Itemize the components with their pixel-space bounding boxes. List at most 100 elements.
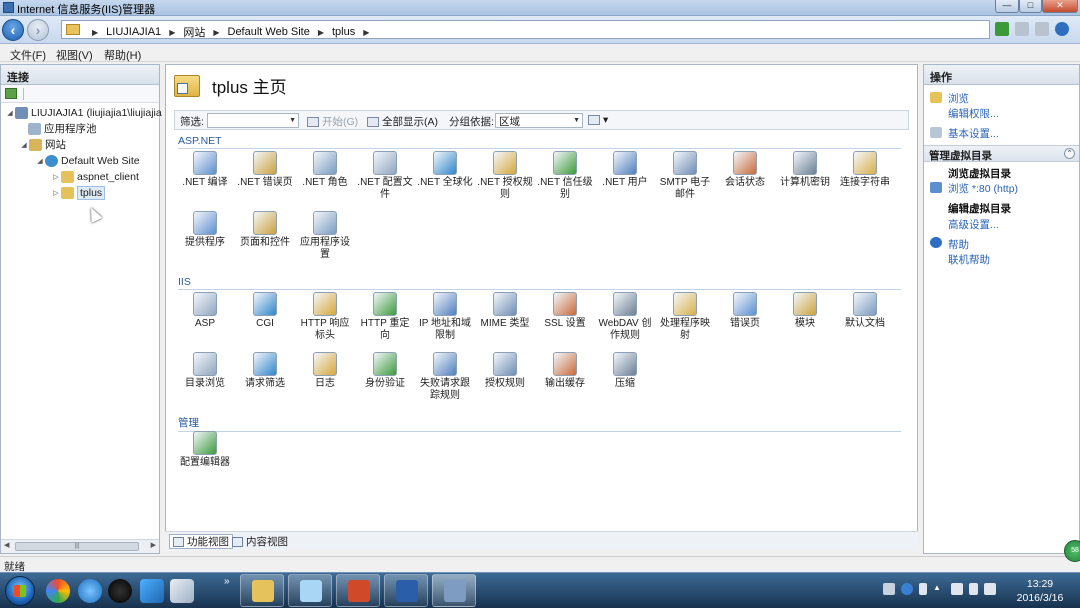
taskbar-word-button[interactable] <box>384 574 428 607</box>
start-filter-button[interactable]: 开始(G) <box>307 114 358 129</box>
stop-icon[interactable] <box>1015 22 1029 36</box>
feature-item[interactable]: ASP <box>176 292 234 330</box>
feature-item[interactable]: SSL 设置 <box>536 292 594 330</box>
home-icon[interactable] <box>1035 22 1049 36</box>
tree-node-sites[interactable]: ◢ 网站 <box>19 137 66 152</box>
pen-icon[interactable] <box>919 583 927 595</box>
feature-item[interactable]: 授权规则 <box>476 352 534 390</box>
help-link[interactable]: 帮助 <box>948 237 969 252</box>
tree-node-default-web-site[interactable]: ◢ Default Web Site <box>35 153 140 168</box>
feature-item[interactable]: CGI <box>236 292 294 330</box>
menu-file[interactable]: 文件(F) <box>10 47 46 63</box>
taskbar-notepad-button[interactable] <box>288 574 332 607</box>
feature-item[interactable]: WebDAV 创作规则 <box>596 292 654 342</box>
scroll-right-icon[interactable]: ▶ <box>151 541 156 549</box>
keyboard-icon[interactable] <box>883 583 895 595</box>
feature-item[interactable]: 目录浏览 <box>176 352 234 390</box>
feature-item[interactable]: 输出缓存 <box>536 352 594 390</box>
group-header[interactable]: ASP.NET <box>178 135 901 149</box>
feature-item[interactable]: .NET 配置文件 <box>356 151 414 201</box>
messenger-icon[interactable] <box>140 579 164 603</box>
chrome-icon[interactable] <box>46 579 70 603</box>
feature-item[interactable]: 请求筛选 <box>236 352 294 390</box>
feature-item[interactable]: MIME 类型 <box>476 292 534 330</box>
tab-content-view[interactable]: 内容视图 <box>229 534 291 549</box>
feature-item[interactable]: 模块 <box>776 292 834 330</box>
feature-item[interactable]: 提供程序 <box>176 211 234 249</box>
online-help-link[interactable]: 联机帮助 <box>948 252 990 267</box>
tab-features-view[interactable]: 功能视图 <box>169 534 233 549</box>
feature-item[interactable]: 会话状态 <box>716 151 774 189</box>
more-apps-icon[interactable]: » <box>224 576 230 587</box>
feature-item[interactable]: 默认文档 <box>836 292 894 330</box>
tree-node-tplus[interactable]: ▷ tplus <box>51 185 106 200</box>
advanced-settings-link[interactable]: 高级设置... <box>948 217 999 232</box>
breadcrumb-item-server[interactable]: LIUJIAJIA1 <box>106 26 161 38</box>
breadcrumb-item-default-site[interactable]: Default Web Site <box>228 26 310 38</box>
feature-item[interactable]: 计算机密钥 <box>776 151 834 189</box>
breadcrumb-item-tplus[interactable]: tplus <box>332 26 355 38</box>
menu-help[interactable]: 帮助(H) <box>104 47 141 63</box>
feature-item[interactable]: .NET 用户 <box>596 151 654 189</box>
taskbar-iis-button[interactable] <box>432 574 476 607</box>
close-button[interactable]: ✕ <box>1042 0 1078 13</box>
maximize-button[interactable]: □ <box>1019 0 1042 13</box>
view-mode-button[interactable]: ▾ <box>588 114 608 126</box>
minimize-button[interactable]: — <box>995 0 1019 13</box>
feature-item[interactable]: HTTP 响应标头 <box>296 292 354 342</box>
feature-item[interactable]: 应用程序设置 <box>296 211 354 261</box>
volume-icon[interactable] <box>951 583 963 595</box>
feature-item[interactable]: .NET 角色 <box>296 151 354 189</box>
feature-item[interactable]: 错误页 <box>716 292 774 330</box>
feature-item[interactable]: 失败请求跟踪规则 <box>416 352 474 402</box>
start-button[interactable] <box>5 576 35 606</box>
feature-item[interactable]: 连接字符串 <box>836 151 894 189</box>
basic-settings-link[interactable]: 基本设置... <box>948 126 999 141</box>
feature-item[interactable]: .NET 授权规则 <box>476 151 534 201</box>
forward-button[interactable]: › <box>27 19 49 41</box>
edit-permissions-link[interactable]: 编辑权限... <box>948 106 999 121</box>
filter-input[interactable]: ▼ <box>207 113 299 128</box>
qq-icon[interactable] <box>108 579 132 603</box>
feature-item[interactable]: .NET 信任级别 <box>536 151 594 201</box>
feature-item[interactable]: .NET 编译 <box>176 151 234 189</box>
feature-item[interactable]: .NET 错误页 <box>236 151 294 189</box>
help-icon[interactable] <box>1055 22 1069 36</box>
group-by-select[interactable]: 区域 ▼ <box>495 113 583 128</box>
battery-icon[interactable] <box>969 583 978 595</box>
group-header[interactable]: IIS <box>178 276 901 290</box>
tree-node-server[interactable]: ◢ LIUJIAJIA1 (liujiajia1\liujiajia <box>5 105 162 120</box>
feature-item[interactable]: 处理程序映射 <box>656 292 714 342</box>
network-icon[interactable] <box>995 22 1009 36</box>
help-tray-icon[interactable] <box>901 583 913 595</box>
breadcrumb-item-sites[interactable]: 网站 <box>183 24 205 40</box>
feature-item[interactable]: 页面和控件 <box>236 211 294 249</box>
feature-item[interactable]: 配置编辑器 <box>176 431 234 469</box>
tree-node-app-pools[interactable]: 应用程序池 <box>28 121 97 136</box>
snipping-tool-icon[interactable] <box>170 579 194 603</box>
menu-view[interactable]: 视图(V) <box>56 47 93 63</box>
feature-item[interactable]: HTTP 重定向 <box>356 292 414 342</box>
feature-item[interactable]: 压缩 <box>596 352 654 390</box>
address-bar[interactable]: ▶ LIUJIAJIA1 ▶ 网站 ▶ Default Web Site ▶ t… <box>61 20 990 39</box>
feature-item[interactable]: IP 地址和域限制 <box>416 292 474 342</box>
show-hidden-icons[interactable]: ▲ <box>933 583 945 595</box>
scroll-thumb[interactable]: ||| <box>15 542 139 551</box>
group-header[interactable]: 管理 <box>178 415 901 432</box>
manage-virtual-directory-group[interactable]: 管理虚拟目录 ⌃ <box>924 145 1079 162</box>
browse-port-80-link[interactable]: 浏览 *:80 (http) <box>948 181 1018 196</box>
show-all-button[interactable]: 全部显示(A) <box>367 114 438 129</box>
scroll-left-icon[interactable]: ◀ <box>4 541 9 549</box>
network-signal-icon[interactable] <box>984 583 996 595</box>
collapse-icon[interactable]: ⌃ <box>1064 148 1075 159</box>
feature-item[interactable]: 日志 <box>296 352 354 390</box>
tree-node-aspnet-client[interactable]: ▷ aspnet_client <box>51 169 139 184</box>
horizontal-scrollbar[interactable]: ◀ ||| ▶ <box>1 539 159 553</box>
feature-item[interactable]: 身份验证 <box>356 352 414 390</box>
save-connections-icon[interactable] <box>5 88 17 99</box>
taskbar-explorer-button[interactable] <box>240 574 284 607</box>
feature-item[interactable]: SMTP 电子邮件 <box>656 151 714 201</box>
browse-link[interactable]: 浏览 <box>948 91 969 106</box>
clock[interactable]: 13:29 2016/3/16 <box>1010 577 1070 605</box>
taskbar-powerpoint-button[interactable] <box>336 574 380 607</box>
